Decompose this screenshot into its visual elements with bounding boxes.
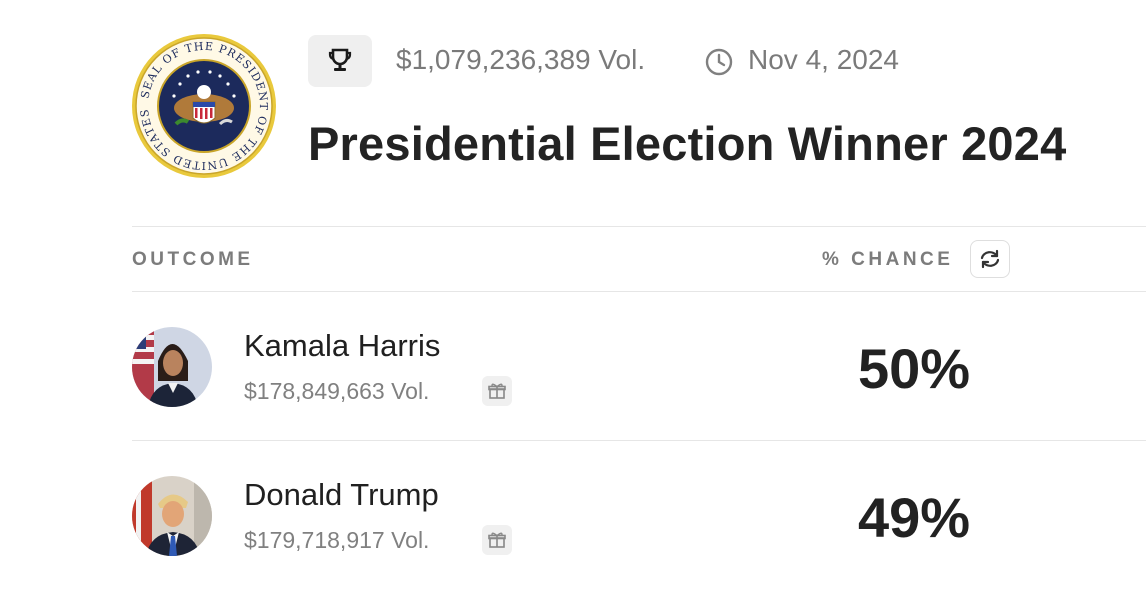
outcome-name[interactable]: Kamala Harris [244,328,440,364]
divider [132,291,1146,292]
trophy-icon [328,48,352,71]
gift-icon [488,532,506,548]
gift-button[interactable] [482,376,512,406]
market-page: SEAL OF THE PRESIDENT OF THE UNITED STAT… [0,0,1146,612]
refresh-button[interactable] [970,240,1010,278]
gift-button[interactable] [482,525,512,555]
column-header-chance: % CHANCE [822,249,954,270]
outcome-volume: $179,718,917 Vol. [244,527,430,553]
divider [132,440,1146,441]
page-title: Presidential Election Winner 2024 [308,117,1067,170]
outcome-chance: 50% [858,337,971,400]
total-volume: $1,079,236,389 Vol. [396,44,646,75]
presidential-seal: SEAL OF THE PRESIDENT OF THE UNITED STAT… [130,32,278,180]
end-date: Nov 4, 2024 [748,44,899,75]
divider [132,226,1146,227]
outcome-name[interactable]: Donald Trump [244,477,439,513]
gift-icon [488,383,506,399]
avatar-kamala-harris[interactable] [132,327,212,407]
outcome-chance: 49% [858,486,971,549]
outcome-volume: $178,849,663 Vol. [244,378,430,404]
trophy-button[interactable] [308,35,372,87]
refresh-icon [980,249,1000,269]
avatar-donald-trump[interactable] [132,476,212,556]
clock-icon [704,47,734,77]
column-header-outcome: OUTCOME [132,249,254,270]
